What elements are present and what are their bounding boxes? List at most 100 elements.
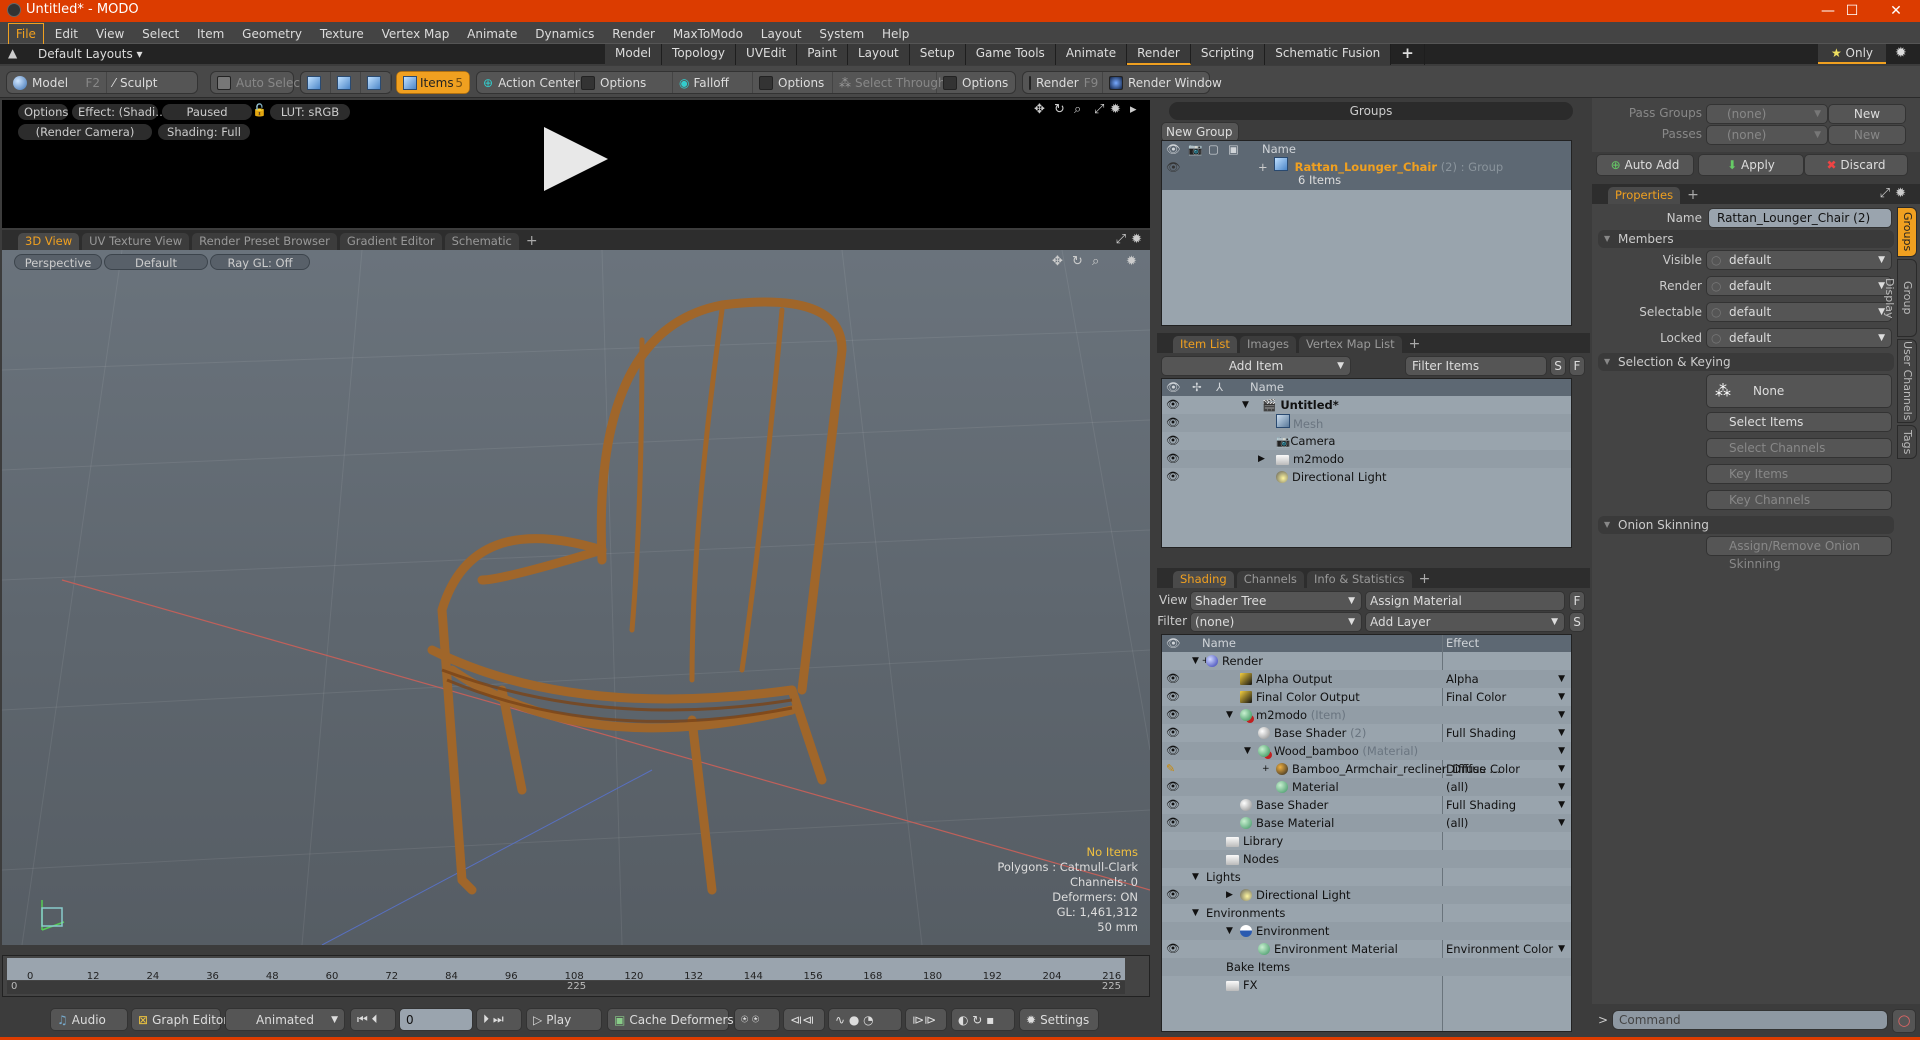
shader-tree-row[interactable]: ▼ Environments [1162, 904, 1571, 922]
layout-tab-model[interactable]: Model [605, 44, 663, 65]
side-tab-group-display[interactable]: Group Display [1883, 259, 1917, 337]
close-button[interactable]: ✕ [1873, 0, 1919, 22]
render-status-button[interactable]: Paused [162, 104, 252, 120]
expand-toggle-icon[interactable]: ▼ [1226, 922, 1233, 940]
tab-info-statistics[interactable]: Info & Statistics [1306, 571, 1412, 588]
group-name-input[interactable]: Rattan_Lounger_Chair (2) [1708, 208, 1892, 228]
play-button[interactable]: ▷ Play [526, 1008, 602, 1031]
timeline[interactable]: 0 12 24 36 48 60 72 84 96 108 120 132 144 156 168 180 19… [2, 955, 1150, 997]
timeline-ruler[interactable]: 0 12 24 36 48 60 72 84 96 108 120 132 144 156 168 180 19… [7, 958, 1125, 982]
select-channels-button[interactable]: Select Channels [1706, 438, 1892, 458]
shading-s-button[interactable]: S [1569, 612, 1585, 632]
layout-tab-render[interactable]: Render [1127, 44, 1191, 65]
brush-icon[interactable]: ✎ [1166, 760, 1175, 778]
effect-dropdown[interactable]: Full Shading [1446, 796, 1516, 814]
menu-item[interactable]: Item [190, 24, 231, 44]
viewport-zoom-icon[interactable]: ⌕ [1092, 254, 1099, 269]
shader-tree-row[interactable]: 👁 ▶ Directional Light [1162, 886, 1571, 904]
tab-render-preset-browser[interactable]: Render Preset Browser [192, 233, 337, 250]
filter-dropdown[interactable]: (none) ▼ [1190, 612, 1362, 632]
add-properties-tab-button[interactable]: + [1683, 187, 1703, 204]
chevron-down-icon[interactable]: ▼ [1558, 760, 1565, 778]
maximize-button[interactable]: ☐ [1829, 0, 1875, 22]
3d-viewport[interactable]: Perspective Default Ray GL: Off ✥ ↻ ⌕ ✹ … [2, 250, 1150, 945]
eye-icon[interactable]: 👁 [1166, 450, 1180, 468]
assign-material-button[interactable]: Assign Material [1365, 591, 1565, 611]
menu-dynamics[interactable]: Dynamics [528, 24, 601, 44]
vertices-mode-button[interactable] [301, 72, 331, 93]
assign-remove-onion-skinning-button[interactable]: Assign/Remove Onion Skinning [1706, 536, 1892, 571]
expand-arrow-icon[interactable]: ▸ [1130, 102, 1137, 117]
menu-system[interactable]: System [812, 24, 871, 44]
frame-input[interactable]: 0 [399, 1008, 473, 1031]
eye-icon[interactable]: 👁 [1166, 670, 1180, 688]
effect-dropdown[interactable]: Final Color [1446, 688, 1506, 706]
go-to-start-button[interactable]: ⏮ ⏴ [350, 1008, 396, 1031]
discard-button[interactable]: ✖ Discard [1804, 154, 1908, 176]
item-row-mesh[interactable]: 👁 Mesh [1162, 414, 1571, 432]
select-through-options-button[interactable]: Options [937, 72, 1014, 93]
shader-tree-row[interactable]: Bake Items [1162, 958, 1571, 976]
auto-add-button[interactable]: ⊕ Auto Add [1596, 154, 1694, 176]
new-group-button[interactable]: New Group [1161, 122, 1239, 142]
layout-tab-layout[interactable]: Layout [847, 44, 910, 65]
item-row-directional-light[interactable]: 👁 Directional Light [1162, 468, 1571, 486]
item-list-f-button[interactable]: F [1569, 356, 1585, 376]
effect-dropdown[interactable]: Alpha [1446, 670, 1479, 688]
tab-gradient-editor[interactable]: Gradient Editor [339, 233, 442, 250]
new-pass-button[interactable]: New [1828, 125, 1906, 145]
menu-texture[interactable]: Texture [313, 24, 371, 44]
add-layer-dropdown[interactable]: Add Layer ▼ [1365, 612, 1565, 632]
expand-toggle-icon[interactable]: ▼ [1192, 904, 1199, 922]
shader-tree-row[interactable]: ▼ + Render [1162, 652, 1571, 670]
effect-dropdown[interactable]: Full Shading [1446, 724, 1516, 742]
eye-icon[interactable]: 👁 [1166, 688, 1180, 706]
expand-toggle-icon[interactable]: ▼ [1192, 868, 1199, 886]
add-item-dropdown[interactable]: Add Item ▼ [1161, 356, 1351, 376]
shader-tree-row[interactable]: 👁 Base Shader Full Shading ▼ [1162, 796, 1571, 814]
render-effect-dropdown[interactable]: Effect: (Shadi… [72, 104, 167, 120]
rotate-icon[interactable]: ↻ [1054, 102, 1065, 117]
tab-uv-texture-view[interactable]: UV Texture View [82, 233, 190, 250]
menu-animate[interactable]: Animate [460, 24, 524, 44]
sculpt-mode-button[interactable]: ⁄ Sculpt [107, 72, 164, 93]
layout-tab-scripting[interactable]: Scripting [1190, 44, 1266, 65]
eye-icon[interactable]: 👁 [1166, 724, 1180, 742]
action-center-options-button[interactable]: Options [575, 72, 673, 93]
shader-tree-row[interactable]: ▼ Lights [1162, 868, 1571, 886]
passes-dropdown[interactable]: (none) ▼ [1706, 125, 1828, 145]
key-items-button[interactable]: Key Items [1706, 464, 1892, 484]
prev-key-buttons[interactable]: ⧏⧏ [783, 1008, 825, 1031]
tab-shading[interactable]: Shading [1173, 571, 1234, 588]
menu-render[interactable]: Render [605, 24, 662, 44]
animation-mode-dropdown[interactable]: Animated ▼ [225, 1008, 345, 1031]
layout-tab-uvedit[interactable]: UVEdit [736, 44, 798, 65]
eye-icon[interactable]: 👁 [1166, 940, 1180, 958]
expand-icon[interactable]: ▶ [1258, 450, 1265, 468]
properties-gear-icon[interactable]: ✹ [1895, 186, 1906, 201]
view-gear-icon[interactable]: ✹ [1131, 232, 1142, 247]
eye-icon[interactable]: 👁 [1166, 742, 1180, 760]
member-field-dropdown[interactable]: ○default▼ [1706, 250, 1892, 270]
add-layout-tab-button[interactable]: + [1391, 44, 1425, 65]
member-field-dropdown[interactable]: ○default▼ [1706, 276, 1892, 296]
item-row-m2modo[interactable]: 👁 ▶ m2modo [1162, 450, 1571, 468]
pan-icon[interactable]: ✥ [1034, 102, 1045, 117]
lock-icon[interactable]: 🔓 [252, 103, 267, 117]
shader-tree-row[interactable]: 👁 ▼ Wood_bamboo (Material) ▼ [1162, 742, 1571, 760]
falloff-button[interactable]: ◉ Falloff [673, 72, 753, 93]
chevron-down-icon[interactable]: ▼ [1558, 742, 1565, 760]
menu-layout[interactable]: Layout [754, 24, 809, 44]
edges-mode-button[interactable] [331, 72, 361, 93]
tab-item-list[interactable]: Item List [1173, 336, 1237, 353]
items-mode-button[interactable]: Items 5 [397, 72, 469, 93]
menu-help[interactable]: Help [875, 24, 916, 44]
next-key-buttons[interactable]: ⧐⧐ [905, 1008, 947, 1031]
view-maximize-icon[interactable]: ⤢ [1116, 232, 1126, 247]
item-row-camera[interactable]: 👁 📷Camera [1162, 432, 1571, 450]
shader-tree-row[interactable]: 👁 Final Color Output Final Color ▼ [1162, 688, 1571, 706]
properties-maximize-icon[interactable]: ⤢ [1880, 186, 1890, 201]
collapse-icon[interactable]: ▲ [8, 46, 17, 60]
play-render-icon[interactable] [544, 127, 608, 191]
key-channels-button[interactable]: Key Channels [1706, 490, 1892, 510]
